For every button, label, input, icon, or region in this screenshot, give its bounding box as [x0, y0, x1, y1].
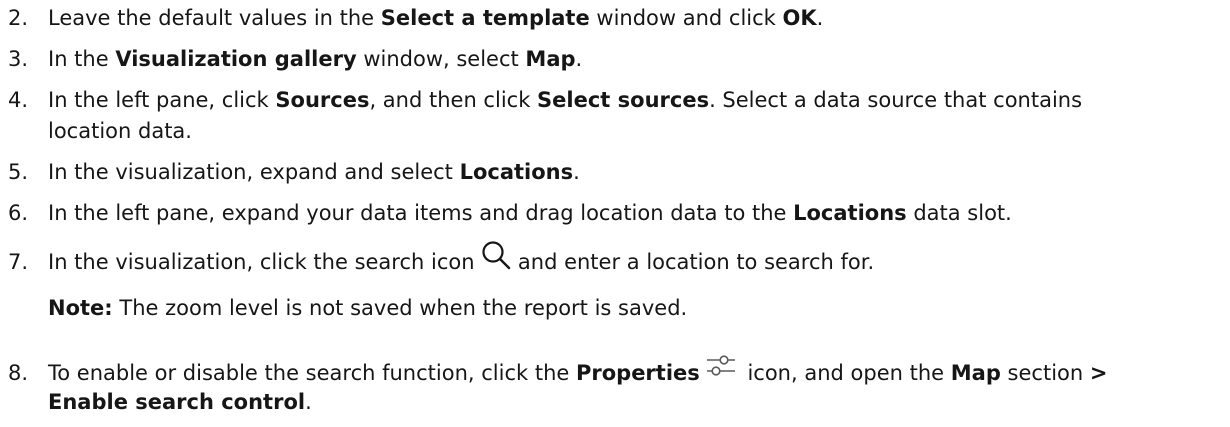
ui-term: Select sources	[537, 88, 710, 112]
ui-term: Enable search control	[48, 390, 306, 414]
ui-term: Locations	[793, 201, 907, 225]
note-label: Note:	[48, 295, 113, 320]
step-number: 7.	[8, 250, 29, 274]
step-text: In the left pane, click Sources, and the…	[48, 88, 1083, 143]
step-text: To enable or disable the search function…	[48, 354, 1223, 416]
step-number: 3.	[8, 47, 29, 71]
menu-separator: >	[1089, 361, 1108, 385]
ui-term: Properties	[575, 361, 700, 385]
step-number: 5.	[8, 160, 29, 184]
ui-term: Select a template	[380, 6, 590, 30]
ui-term: Visualization gallery	[115, 47, 357, 71]
step-text: In the left pane, expand your data items…	[48, 201, 1012, 225]
ui-term: Sources	[275, 88, 370, 112]
ui-term: Map	[525, 47, 576, 71]
step-number: 2.	[8, 6, 29, 30]
ui-term: Locations	[459, 160, 574, 184]
step-number: 8.	[8, 361, 29, 385]
note: Note: The zoom level is not saved when t…	[48, 295, 688, 320]
properties-icon	[706, 351, 736, 386]
step-text: In the visualization, expand and select …	[48, 160, 580, 184]
ui-term: Map	[950, 361, 1001, 385]
step-number: 6.	[8, 201, 29, 225]
search-icon	[481, 240, 511, 277]
ui-term: OK	[782, 6, 817, 30]
step-number: 4.	[8, 88, 29, 112]
step-text: In the visualization, click the search i…	[48, 240, 1223, 322]
step-text: Leave the default values in the Select a…	[48, 6, 824, 30]
step-text: In the Visualization gallery window, sel…	[48, 47, 583, 71]
